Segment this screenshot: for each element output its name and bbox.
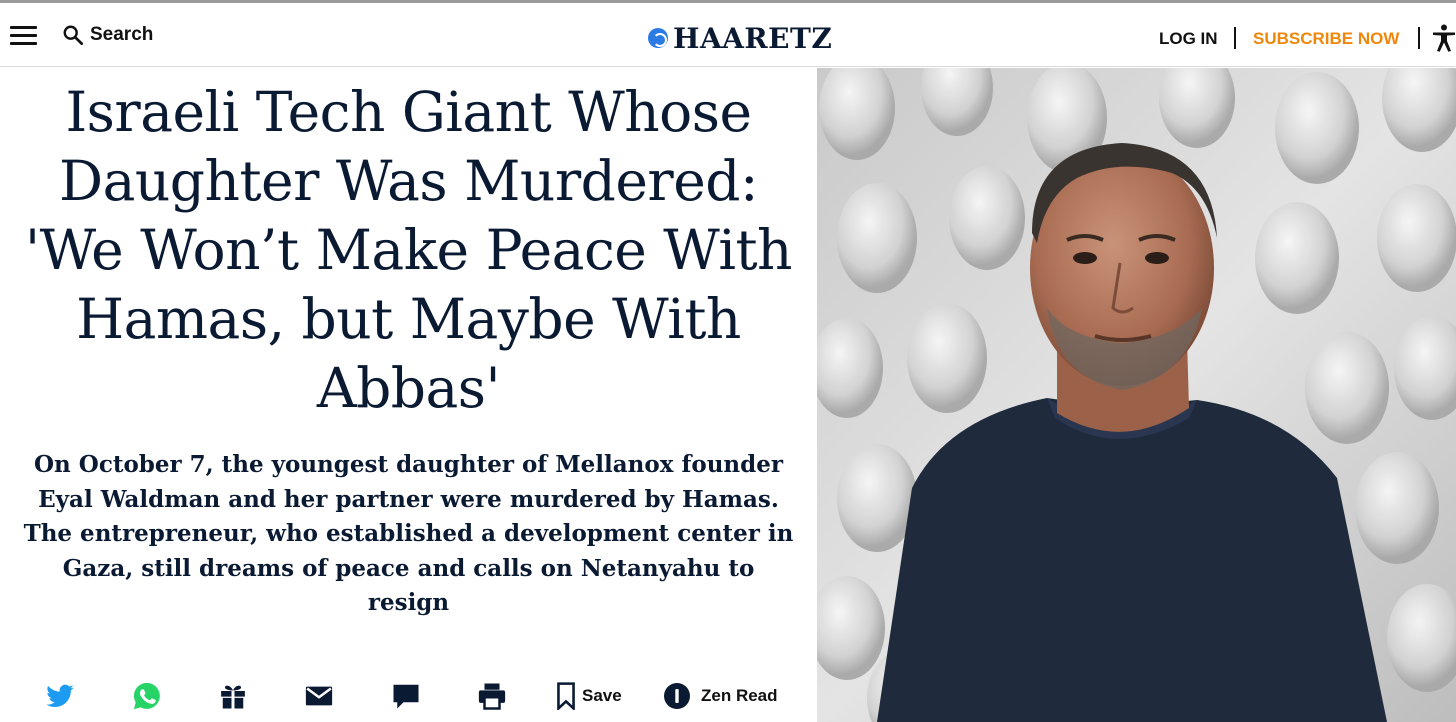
whatsapp-icon (133, 682, 160, 710)
subscribe-button[interactable]: SUBSCRIBE NOW (1253, 29, 1399, 49)
zen-read-icon (664, 683, 690, 709)
gift-article-button[interactable] (217, 680, 249, 712)
share-bar: Save Zen Read (0, 676, 817, 716)
twitter-icon (46, 684, 74, 708)
search-label: Search (90, 24, 154, 45)
logo-text: HAARETZ (673, 21, 833, 55)
haaretz-logo[interactable]: HAARETZ (648, 21, 833, 55)
site-header: Search HAARETZ LOG IN SUBSCRIBE NOW (0, 3, 1456, 67)
article-dek: On October 7, the youngest daughter of M… (23, 451, 794, 616)
hamburger-menu-icon[interactable] (10, 25, 37, 45)
email-icon (305, 686, 333, 706)
gift-icon (221, 685, 245, 709)
print-button[interactable] (476, 680, 508, 712)
login-link[interactable]: LOG IN (1159, 29, 1218, 49)
twitter-share-button[interactable] (44, 680, 76, 712)
whatsapp-share-button[interactable] (131, 680, 163, 712)
header-divider (1234, 27, 1236, 49)
print-icon (478, 683, 506, 710)
article-headline: Israeli Tech Giant Whose Daughter Was Mu… (25, 80, 792, 420)
email-share-button[interactable] (303, 680, 335, 712)
save-button[interactable]: Save (556, 680, 622, 712)
header-divider (1418, 27, 1420, 49)
comment-icon (393, 684, 419, 709)
article-header: Israeli Tech Giant Whose Daughter Was Mu… (0, 68, 817, 722)
search-button[interactable]: Search (62, 23, 153, 47)
logo-badge-icon (648, 28, 668, 48)
zen-read-button[interactable]: Zen Read (663, 680, 778, 712)
portrait-photo (817, 68, 1456, 722)
search-icon (63, 25, 84, 46)
save-label: Save (582, 686, 622, 705)
zen-read-label: Zen Read (701, 686, 778, 705)
comments-button[interactable] (390, 680, 422, 712)
accessibility-icon[interactable] (1432, 24, 1456, 52)
bookmark-icon (557, 682, 575, 710)
